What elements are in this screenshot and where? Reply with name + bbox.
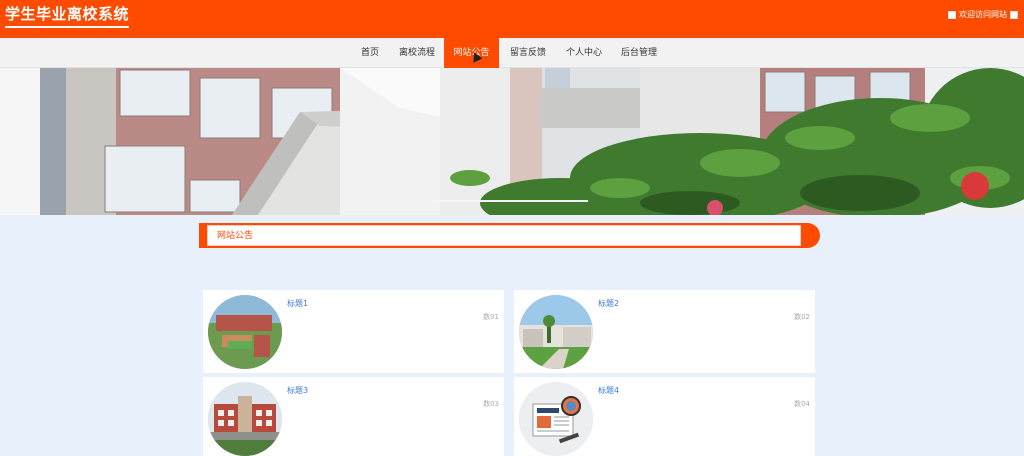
section-header: 网站公告 bbox=[199, 223, 820, 248]
checkbox-icon[interactable] bbox=[948, 10, 956, 19]
campus-banner-image bbox=[0, 68, 1024, 215]
card-date: 数02 bbox=[794, 313, 810, 321]
campus-lawn-icon[interactable] bbox=[519, 295, 593, 369]
school-building-icon[interactable] bbox=[208, 382, 282, 456]
section-title: 网站公告 bbox=[217, 231, 254, 241]
nav-item-home[interactable]: 首页 bbox=[352, 38, 388, 68]
news-paper-icon[interactable] bbox=[519, 382, 593, 456]
notice-card[interactable]: 标题1 数01 bbox=[203, 290, 504, 373]
nav-item-process[interactable]: 离校流程 bbox=[391, 38, 443, 68]
slide-indicator[interactable] bbox=[432, 200, 588, 202]
site-title[interactable]: 学生毕业离校系统 bbox=[5, 4, 130, 28]
card-date: 数01 bbox=[483, 313, 499, 321]
card-title[interactable]: 标题2 bbox=[598, 298, 619, 309]
welcome-text: 欢迎访问网站 bbox=[959, 10, 1007, 19]
notice-card[interactable]: 标题3 数03 bbox=[203, 377, 504, 456]
card-date: 数04 bbox=[794, 400, 810, 408]
nav-item-admin[interactable]: 后台管理 bbox=[613, 38, 665, 68]
notice-card[interactable]: 标题4 数04 bbox=[514, 377, 815, 456]
top-header: 学生毕业离校系统 欢迎访问网站 bbox=[0, 0, 1024, 38]
hero-banner[interactable] bbox=[0, 68, 1024, 215]
checkbox-icon[interactable] bbox=[1010, 10, 1018, 19]
card-title[interactable]: 标题4 bbox=[598, 385, 619, 396]
card-date: 数03 bbox=[483, 400, 499, 408]
nav-item-profile[interactable]: 个人中心 bbox=[558, 38, 610, 68]
campus-aerial-icon[interactable] bbox=[208, 295, 282, 369]
nav-item-feedback[interactable]: 留言反馈 bbox=[502, 38, 554, 68]
main-nav: 首页 离校流程 网站公告 留言反馈 个人中心 后台管理 bbox=[0, 38, 1024, 68]
card-title[interactable]: 标题1 bbox=[287, 298, 308, 309]
welcome-area: 欢迎访问网站 bbox=[948, 9, 1018, 20]
card-title[interactable]: 标题3 bbox=[287, 385, 308, 396]
notice-card[interactable]: 标题2 数02 bbox=[514, 290, 815, 373]
